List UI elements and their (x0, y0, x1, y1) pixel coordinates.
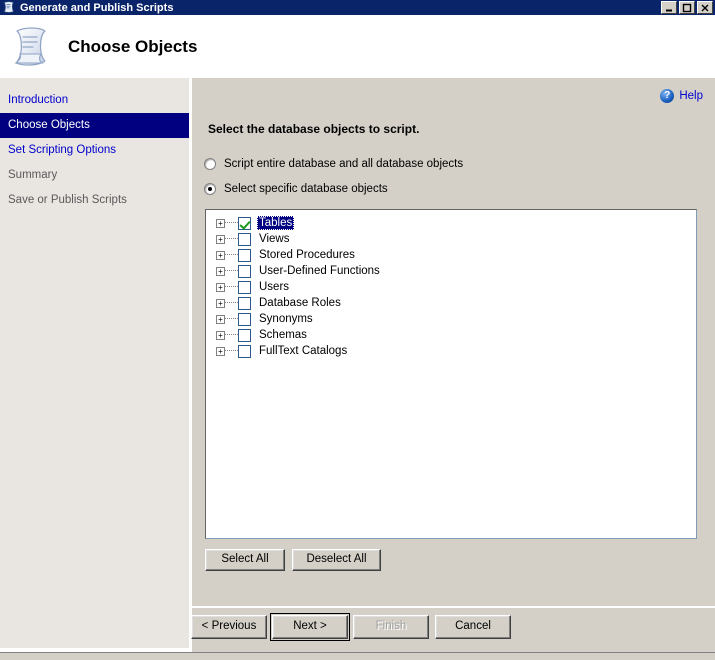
checkbox[interactable] (238, 281, 251, 294)
tree-item-label: Views (257, 232, 291, 246)
expand-icon[interactable]: + (216, 235, 225, 244)
radio-indicator (204, 158, 216, 170)
expand-icon[interactable]: + (216, 219, 225, 228)
tree-item-label: Stored Procedures (257, 248, 357, 262)
script-scroll-icon (8, 23, 54, 71)
sidebar-item-choose-objects[interactable]: Choose Objects (0, 113, 189, 138)
sidebar-item-introduction[interactable]: Introduction (0, 88, 189, 113)
checkbox[interactable] (238, 313, 251, 326)
tree-connector (225, 350, 238, 352)
page-title: Choose Objects (68, 37, 197, 57)
expand-icon[interactable]: + (216, 299, 225, 308)
tree-row[interactable]: + Views (212, 231, 696, 247)
tree-connector (225, 222, 238, 224)
script-scroll-icon (2, 1, 16, 14)
window-titlebar: Generate and Publish Scripts (0, 0, 715, 15)
expand-icon[interactable]: + (216, 331, 225, 340)
radio-select-specific-objects[interactable]: Select specific database objects (204, 183, 388, 195)
checkbox[interactable] (238, 265, 251, 278)
tree-item-label: User-Defined Functions (257, 264, 382, 278)
tree-row[interactable]: + FullText Catalogs (212, 343, 696, 359)
page-header: Choose Objects (0, 15, 715, 78)
checkbox[interactable] (238, 297, 251, 310)
tree-item-label: Tables (257, 216, 294, 230)
question-mark-icon: ? (660, 89, 674, 103)
maximize-button[interactable] (679, 1, 695, 14)
tree-item-label: Synonyms (257, 312, 315, 326)
next-button[interactable]: Next > (272, 615, 348, 639)
tree-connector (225, 302, 238, 304)
tree-row[interactable]: + Database Roles (212, 295, 696, 311)
checkbox[interactable] (238, 329, 251, 342)
finish-button: Finish (353, 615, 429, 639)
tree-item-label: FullText Catalogs (257, 344, 349, 358)
window-title: Generate and Publish Scripts (20, 2, 173, 14)
content-pane: ? Help Select the database objects to sc… (192, 78, 715, 606)
tree-connector (225, 318, 238, 320)
cancel-button[interactable]: Cancel (435, 615, 511, 639)
sidebar-item-summary[interactable]: Summary (0, 163, 189, 188)
help-link[interactable]: ? Help (660, 89, 703, 103)
wizard-step-sidebar: Introduction Choose Objects Set Scriptin… (0, 78, 189, 648)
expand-icon[interactable]: + (216, 347, 225, 356)
sidebar-item-save-or-publish[interactable]: Save or Publish Scripts (0, 188, 189, 213)
tree-row[interactable]: + Stored Procedures (212, 247, 696, 263)
expand-icon[interactable]: + (216, 315, 225, 324)
radio-label: Script entire database and all database … (224, 158, 463, 170)
radio-label: Select specific database objects (224, 183, 388, 195)
tree-item-label: Schemas (257, 328, 309, 342)
select-all-button[interactable]: Select All (205, 549, 285, 571)
tree-connector (225, 334, 238, 336)
radio-indicator (204, 183, 216, 195)
expand-icon[interactable]: + (216, 267, 225, 276)
tree-item-label: Users (257, 280, 291, 294)
expand-icon[interactable]: + (216, 283, 225, 292)
tree-connector (225, 238, 238, 240)
checkbox[interactable] (238, 233, 251, 246)
checkbox[interactable] (238, 249, 251, 262)
object-tree-listbox[interactable]: + Tables + Views + Stored Procedures + U… (205, 209, 697, 539)
window-controls (661, 1, 713, 14)
tree-row[interactable]: + Synonyms (212, 311, 696, 327)
window-bottom-edge (0, 652, 715, 660)
expand-icon[interactable]: + (216, 251, 225, 260)
tree-row[interactable]: + User-Defined Functions (212, 263, 696, 279)
sidebar-item-set-scripting-options[interactable]: Set Scripting Options (0, 138, 189, 163)
help-label: Help (679, 90, 703, 102)
tree-item-label: Database Roles (257, 296, 343, 310)
tree-row[interactable]: + Tables (212, 215, 696, 231)
checkbox[interactable] (238, 345, 251, 358)
tree-connector (225, 286, 238, 288)
checkbox[interactable] (238, 217, 251, 230)
tree-row[interactable]: + Users (212, 279, 696, 295)
close-button[interactable] (697, 1, 713, 14)
tree-row[interactable]: + Schemas (212, 327, 696, 343)
minimize-button[interactable] (661, 1, 677, 14)
previous-button[interactable]: < Previous (191, 615, 267, 639)
deselect-all-button[interactable]: Deselect All (292, 549, 381, 571)
radio-script-entire-database[interactable]: Script entire database and all database … (204, 158, 463, 170)
tree-connector (225, 254, 238, 256)
tree-connector (225, 270, 238, 272)
instruction-text: Select the database objects to script. (208, 122, 419, 136)
